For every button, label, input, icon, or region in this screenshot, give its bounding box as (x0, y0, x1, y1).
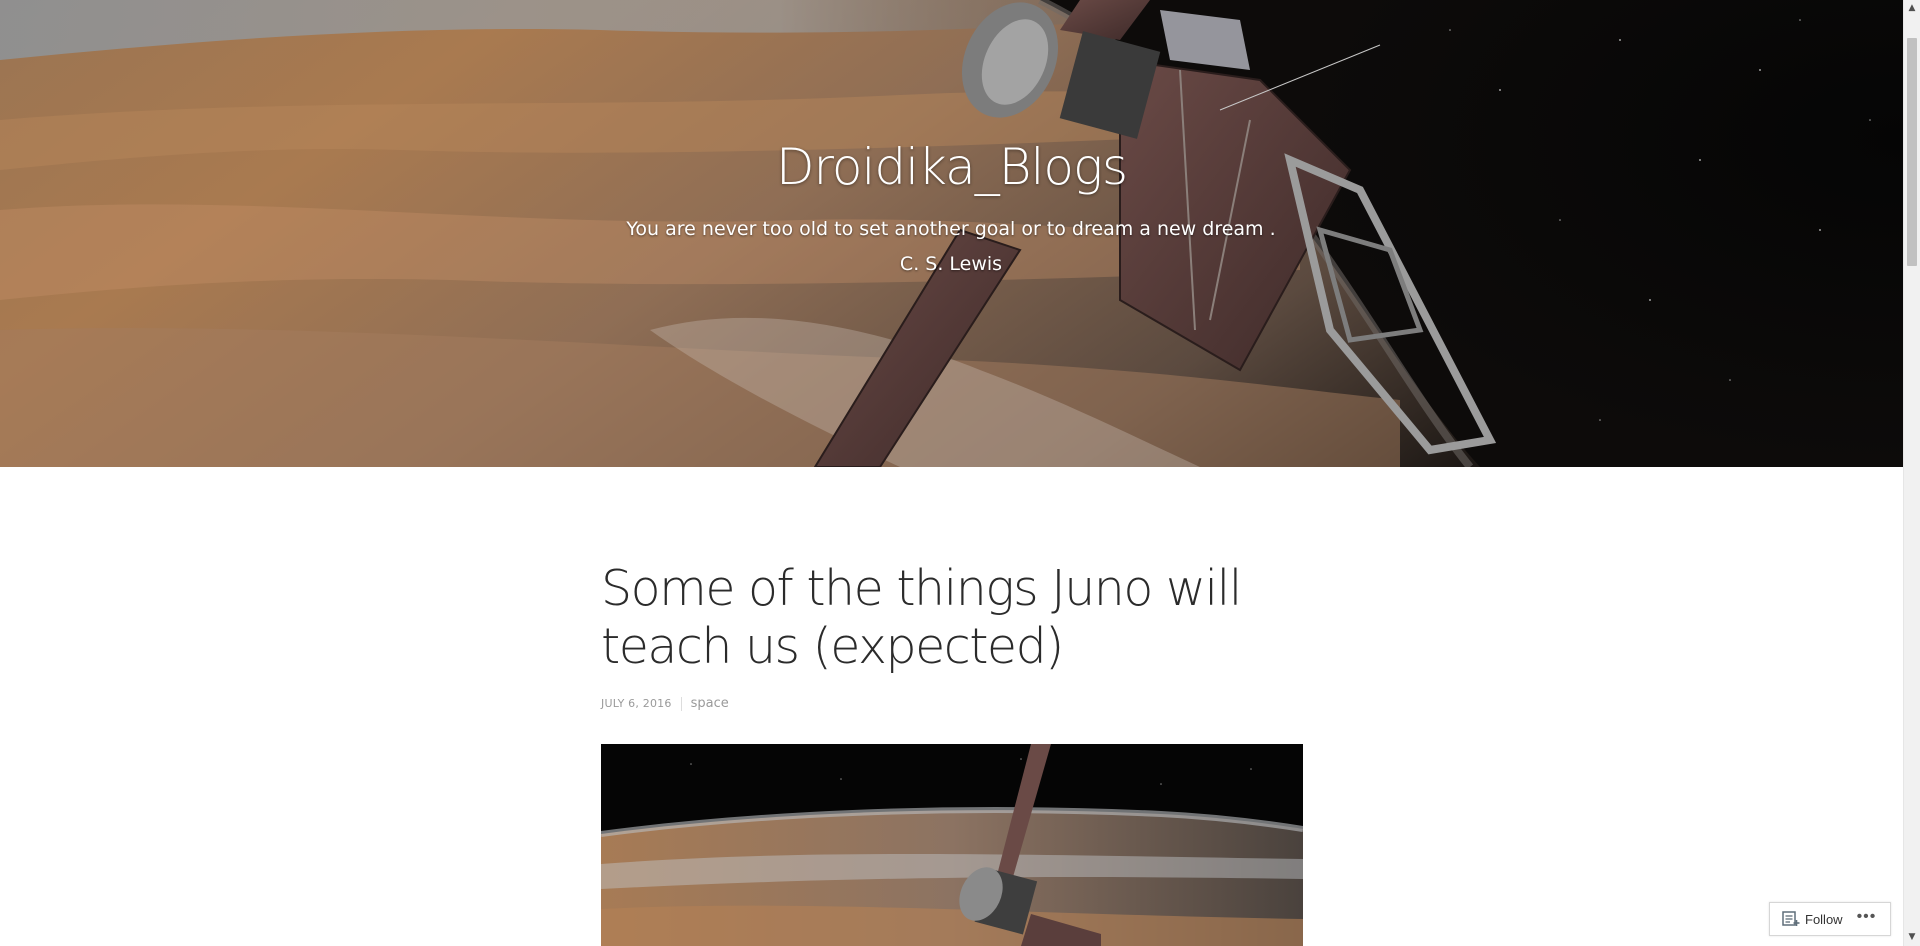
site-description: You are never too old to set another goa… (626, 218, 1276, 275)
post-meta: JULY 6, 2016 space (601, 696, 1303, 711)
more-options-button[interactable]: ••• (1857, 909, 1877, 929)
follow-button[interactable]: Follow (1770, 903, 1849, 935)
page: Droidika_Blogs You are never too old to … (0, 0, 1920, 946)
page-scrollbar[interactable]: ▲ ▼ (1903, 0, 1920, 946)
post: Some of the things Juno will teach us (e… (601, 560, 1303, 711)
scroll-up-arrow-icon[interactable]: ▲ (1904, 0, 1920, 17)
reader-follow-icon (1782, 911, 1800, 926)
post-featured-image[interactable] (601, 744, 1303, 946)
follow-widget: Follow ••• (1769, 902, 1891, 936)
scroll-down-arrow-icon[interactable]: ▼ (1904, 929, 1920, 946)
post-category[interactable]: space (691, 696, 729, 711)
site-header: Droidika_Blogs You are never too old to … (0, 0, 1903, 467)
post-date[interactable]: JULY 6, 2016 (601, 697, 672, 710)
featured-image-art (601, 744, 1303, 946)
scroll-thumb[interactable] (1907, 38, 1917, 266)
meta-divider (680, 696, 682, 711)
site-title[interactable]: Droidika_Blogs (0, 138, 1903, 196)
follow-label: Follow (1805, 911, 1843, 927)
post-title[interactable]: Some of the things Juno will teach us (e… (601, 560, 1303, 676)
